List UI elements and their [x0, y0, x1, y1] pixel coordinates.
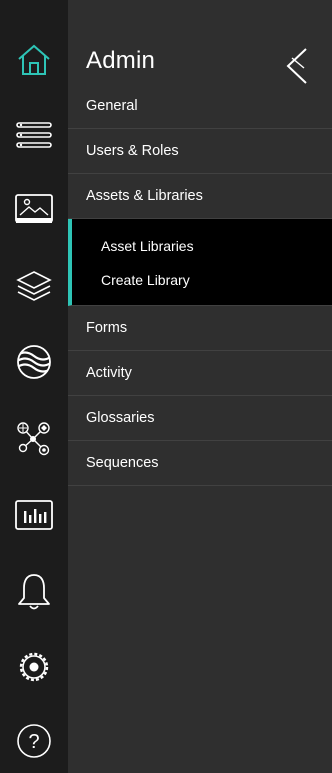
menu-item-users-roles[interactable]: Users & Roles	[68, 129, 332, 174]
layers-icon[interactable]	[0, 260, 68, 312]
admin-menu: General Users & Roles Assets & Libraries…	[68, 84, 332, 486]
network-icon[interactable]	[0, 413, 68, 465]
submenu-item-create-library[interactable]: Create Library	[72, 263, 332, 297]
settings-gear-icon[interactable]	[0, 641, 68, 693]
image-icon[interactable]	[0, 184, 68, 236]
panel-header: Admin	[68, 0, 332, 86]
menu-item-forms[interactable]: Forms	[68, 306, 332, 351]
home-icon[interactable]	[0, 34, 68, 86]
menu-item-sequences[interactable]: Sequences	[68, 441, 332, 486]
svg-text:?: ?	[28, 731, 39, 753]
submenu-item-asset-libraries[interactable]: Asset Libraries	[72, 229, 332, 263]
waves-icon[interactable]	[0, 336, 68, 388]
page-title: Admin	[86, 47, 156, 74]
admin-panel: Admin General Users & Roles Assets & Lib…	[68, 0, 332, 773]
collapse-panel-button[interactable]	[282, 46, 314, 86]
menu-item-glossaries[interactable]: Glossaries	[68, 396, 332, 441]
chevron-left-icon	[286, 48, 307, 84]
menu-item-assets-libraries[interactable]: Assets & Libraries	[68, 174, 332, 219]
menu-item-general[interactable]: General	[68, 84, 332, 129]
menu-item-activity[interactable]: Activity	[68, 351, 332, 396]
list-icon[interactable]	[0, 109, 68, 161]
bar-chart-icon[interactable]	[0, 489, 68, 541]
assets-libraries-submenu: Asset Libraries Create Library	[68, 219, 332, 306]
icon-rail: ?	[0, 0, 68, 773]
help-icon[interactable]: ?	[0, 715, 68, 767]
bell-icon[interactable]	[0, 566, 68, 618]
